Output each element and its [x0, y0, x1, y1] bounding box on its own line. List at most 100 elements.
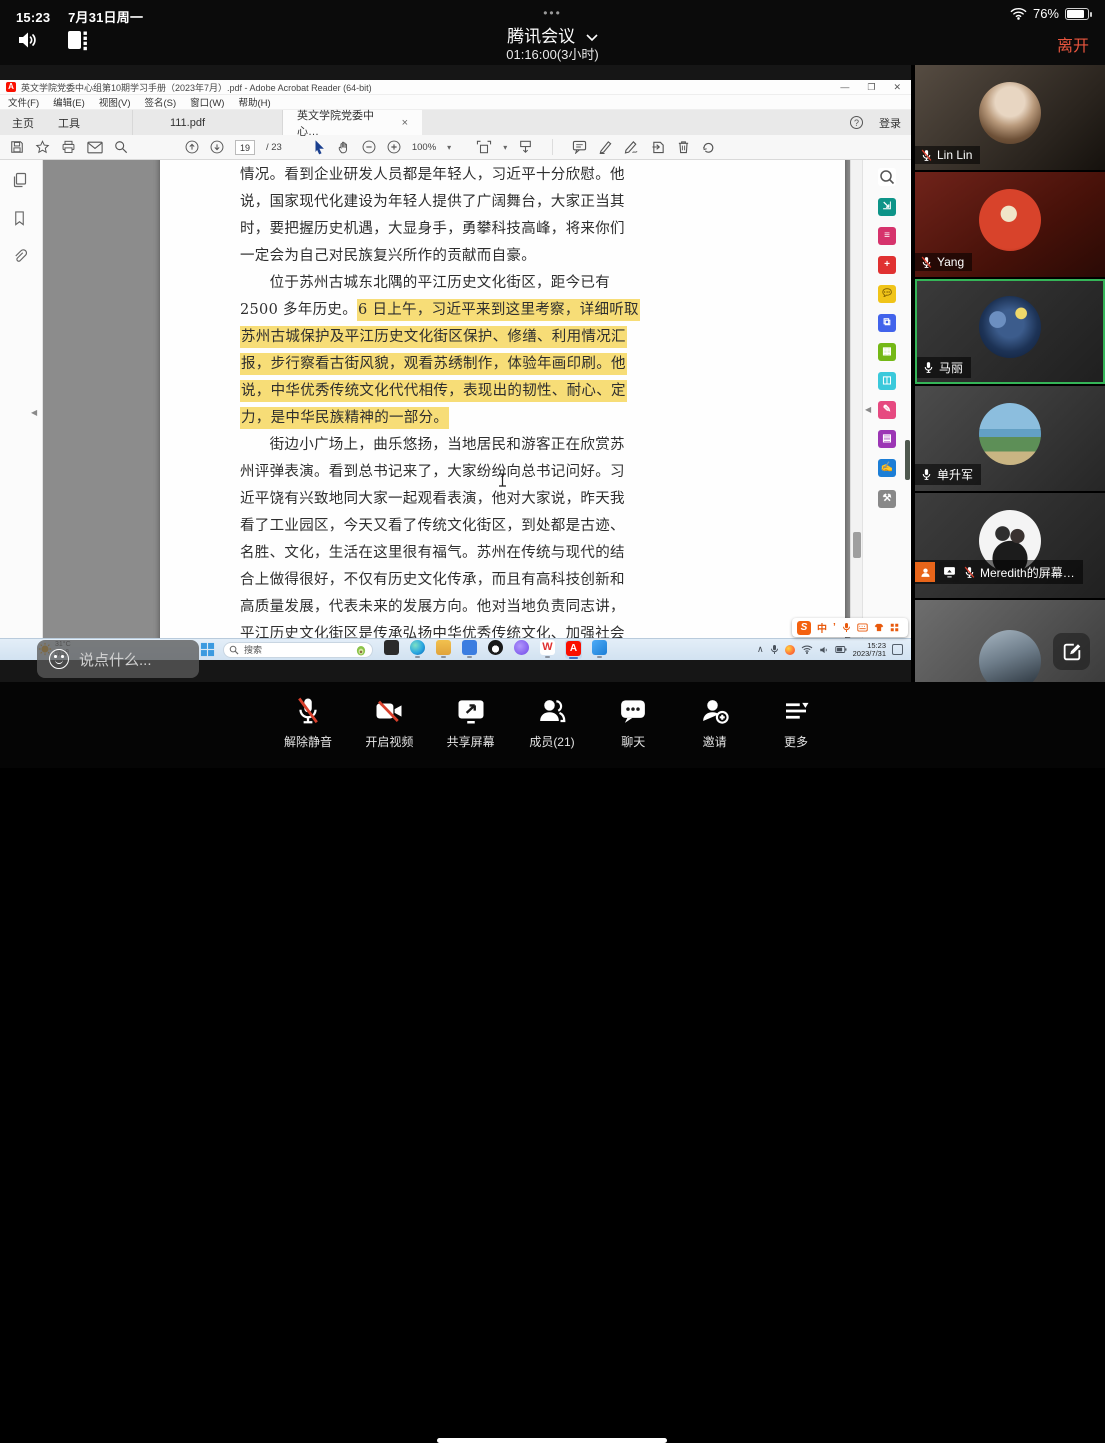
send-sign-icon[interactable]	[651, 140, 666, 154]
participant-tile-yang[interactable]: Yang	[915, 172, 1105, 277]
taskbar-app-edge[interactable]	[409, 640, 426, 658]
protect-pdf-icon[interactable]: ▤	[878, 430, 896, 448]
pdf-page[interactable]: 情况。看到企业研发人员都是年轻人，习近平十分欣慰。他说，国家现代化建设为年轻人提…	[160, 160, 845, 660]
attachment-panel-icon[interactable]	[12, 248, 27, 264]
window-titlebar[interactable]: A 英文学院党委中心组第10期学习手册（2023年7月）.pdf - Adobe…	[0, 80, 911, 95]
comment-tool-icon[interactable]: 💬︎	[878, 285, 896, 303]
document-canvas[interactable]: 情况。看到企业研发人员都是年轻人，习近平十分欣慰。他说，国家现代化建设为年轻人提…	[43, 160, 850, 660]
invite-button[interactable]: 邀请	[679, 696, 751, 750]
multitask-handle[interactable]: •••	[0, 6, 1105, 20]
fit-page-icon[interactable]	[476, 140, 492, 154]
taskbar-app-explorer[interactable]	[435, 640, 452, 658]
zoom-tool-icon[interactable]	[878, 168, 896, 186]
tab-home[interactable]: 主页	[0, 110, 46, 135]
taskbar-app-acrobat[interactable]: A	[565, 640, 582, 659]
delete-icon[interactable]	[677, 140, 690, 154]
tools-scrollbar-thumb[interactable]	[905, 440, 910, 480]
zoom-dropdown-icon[interactable]: ▾	[447, 143, 451, 152]
ime-mic-icon[interactable]	[842, 622, 851, 633]
tools-collapse-icon[interactable]: ◀	[865, 405, 871, 414]
combine-files-icon[interactable]: ⧉	[878, 314, 896, 332]
document-scrollbar[interactable]	[850, 160, 862, 660]
tray-expand-icon[interactable]: ∧	[757, 644, 764, 655]
sign-tool-icon[interactable]: ✍	[878, 459, 896, 477]
zoom-in-icon[interactable]	[387, 140, 401, 154]
login-button[interactable]: 登录	[879, 115, 901, 131]
scroll-mode-icon[interactable]	[518, 140, 533, 154]
ime-keyboard-icon[interactable]	[857, 623, 868, 632]
ime-skin-icon[interactable]	[874, 623, 884, 632]
tab-document-111[interactable]: 111.pdf	[132, 110, 242, 135]
fill-sign-icon[interactable]	[624, 140, 640, 154]
annotation-button[interactable]	[1053, 633, 1090, 670]
participant-tile-shanshengjun[interactable]: 单升军	[915, 386, 1105, 491]
more-button[interactable]: 更多	[760, 696, 832, 750]
taskbar-app-blue-bird[interactable]	[461, 640, 478, 658]
star-icon[interactable]	[35, 140, 50, 154]
share-screen-button[interactable]: 共享屏幕	[435, 696, 507, 750]
menu-window[interactable]: 窗口(W)	[190, 95, 224, 109]
mail-icon[interactable]	[87, 141, 103, 154]
page-number-input[interactable]: 19	[235, 140, 255, 155]
unmute-button[interactable]: 解除静音	[272, 696, 344, 750]
save-icon[interactable]	[10, 140, 24, 154]
pages-panel-icon[interactable]	[12, 172, 28, 188]
tray-mic-icon[interactable]	[770, 644, 779, 655]
fit-dropdown-icon[interactable]: ▾	[503, 143, 507, 152]
export-pdf-icon[interactable]: ⇲	[878, 198, 896, 216]
members-button[interactable]: 成员(21)	[516, 696, 588, 750]
scrollbar-thumb[interactable]	[853, 532, 861, 558]
notification-center-icon[interactable]	[892, 644, 903, 655]
participant-tile-mali-active-speaker[interactable]: 马丽	[915, 279, 1105, 384]
chat-quick-input[interactable]: 说点什么...	[37, 640, 199, 678]
taskbar-app-purple[interactable]	[513, 640, 530, 655]
leave-meeting-button[interactable]: 离开	[1057, 32, 1089, 56]
taskbar-app-wps[interactable]: W	[539, 640, 556, 658]
organize-pages-icon[interactable]: ▦	[878, 343, 896, 361]
zoom-level[interactable]: 100%	[412, 142, 436, 153]
tray-volume-icon[interactable]	[819, 645, 829, 655]
bookmark-panel-icon[interactable]	[12, 210, 27, 226]
panel-collapse-icon[interactable]: ◀	[31, 408, 37, 417]
ime-mode-chinese[interactable]: 中	[817, 620, 827, 635]
highlight-icon[interactable]	[598, 140, 613, 154]
ime-toolbox-icon[interactable]	[890, 623, 899, 632]
fill-sign-tool-icon[interactable]: ✎	[878, 401, 896, 419]
tray-wifi-icon[interactable]	[801, 645, 813, 654]
start-video-button[interactable]: 开启视频	[353, 696, 425, 750]
ime-toolbar[interactable]: S 中 ’	[792, 618, 908, 637]
comment-icon[interactable]	[572, 140, 587, 154]
page-up-icon[interactable]	[185, 140, 199, 154]
participant-tile-meredith-screen[interactable]: Meredith的屏幕…	[915, 493, 1105, 598]
more-tools-icon[interactable]: ⚒	[878, 490, 896, 508]
compress-pdf-icon[interactable]: ◫	[878, 372, 896, 390]
emoji-icon[interactable]	[49, 649, 69, 669]
create-pdf-icon[interactable]: +	[878, 256, 896, 274]
menu-help[interactable]: 帮助(H)	[238, 95, 270, 109]
undo-icon[interactable]	[701, 140, 715, 154]
tab-document-active[interactable]: 英文学院党委中心… ×	[282, 110, 422, 135]
taskbar-app-photos[interactable]	[591, 640, 608, 658]
taskbar-app-qq[interactable]	[487, 640, 504, 655]
participant-tile-linlin[interactable]: Lin Lin	[915, 65, 1105, 170]
search-icon[interactable]	[114, 140, 128, 154]
tray-firefox-icon[interactable]	[785, 645, 795, 655]
menu-view[interactable]: 视图(V)	[99, 95, 131, 109]
page-down-icon[interactable]	[210, 140, 224, 154]
close-button[interactable]: ✕	[893, 82, 901, 93]
taskbar-app-desktop[interactable]	[383, 640, 400, 655]
menu-file[interactable]: 文件(F)	[8, 95, 39, 109]
start-icon[interactable]	[200, 642, 215, 657]
tab-tools[interactable]: 工具	[46, 110, 92, 135]
maximize-button[interactable]: ❐	[867, 82, 875, 93]
menu-sign[interactable]: 签名(S)	[144, 95, 176, 109]
help-icon[interactable]: ?	[850, 116, 863, 129]
taskbar-clock[interactable]: 15:232023/7/31	[853, 642, 886, 658]
select-tool-icon[interactable]	[313, 140, 326, 155]
print-icon[interactable]	[61, 140, 76, 154]
zoom-out-icon[interactable]	[362, 140, 376, 154]
ime-punctuation[interactable]: ’	[833, 622, 836, 633]
hand-tool-icon[interactable]	[337, 140, 351, 155]
chat-button[interactable]: 聊天	[597, 696, 669, 750]
minimize-button[interactable]: —	[840, 82, 849, 93]
